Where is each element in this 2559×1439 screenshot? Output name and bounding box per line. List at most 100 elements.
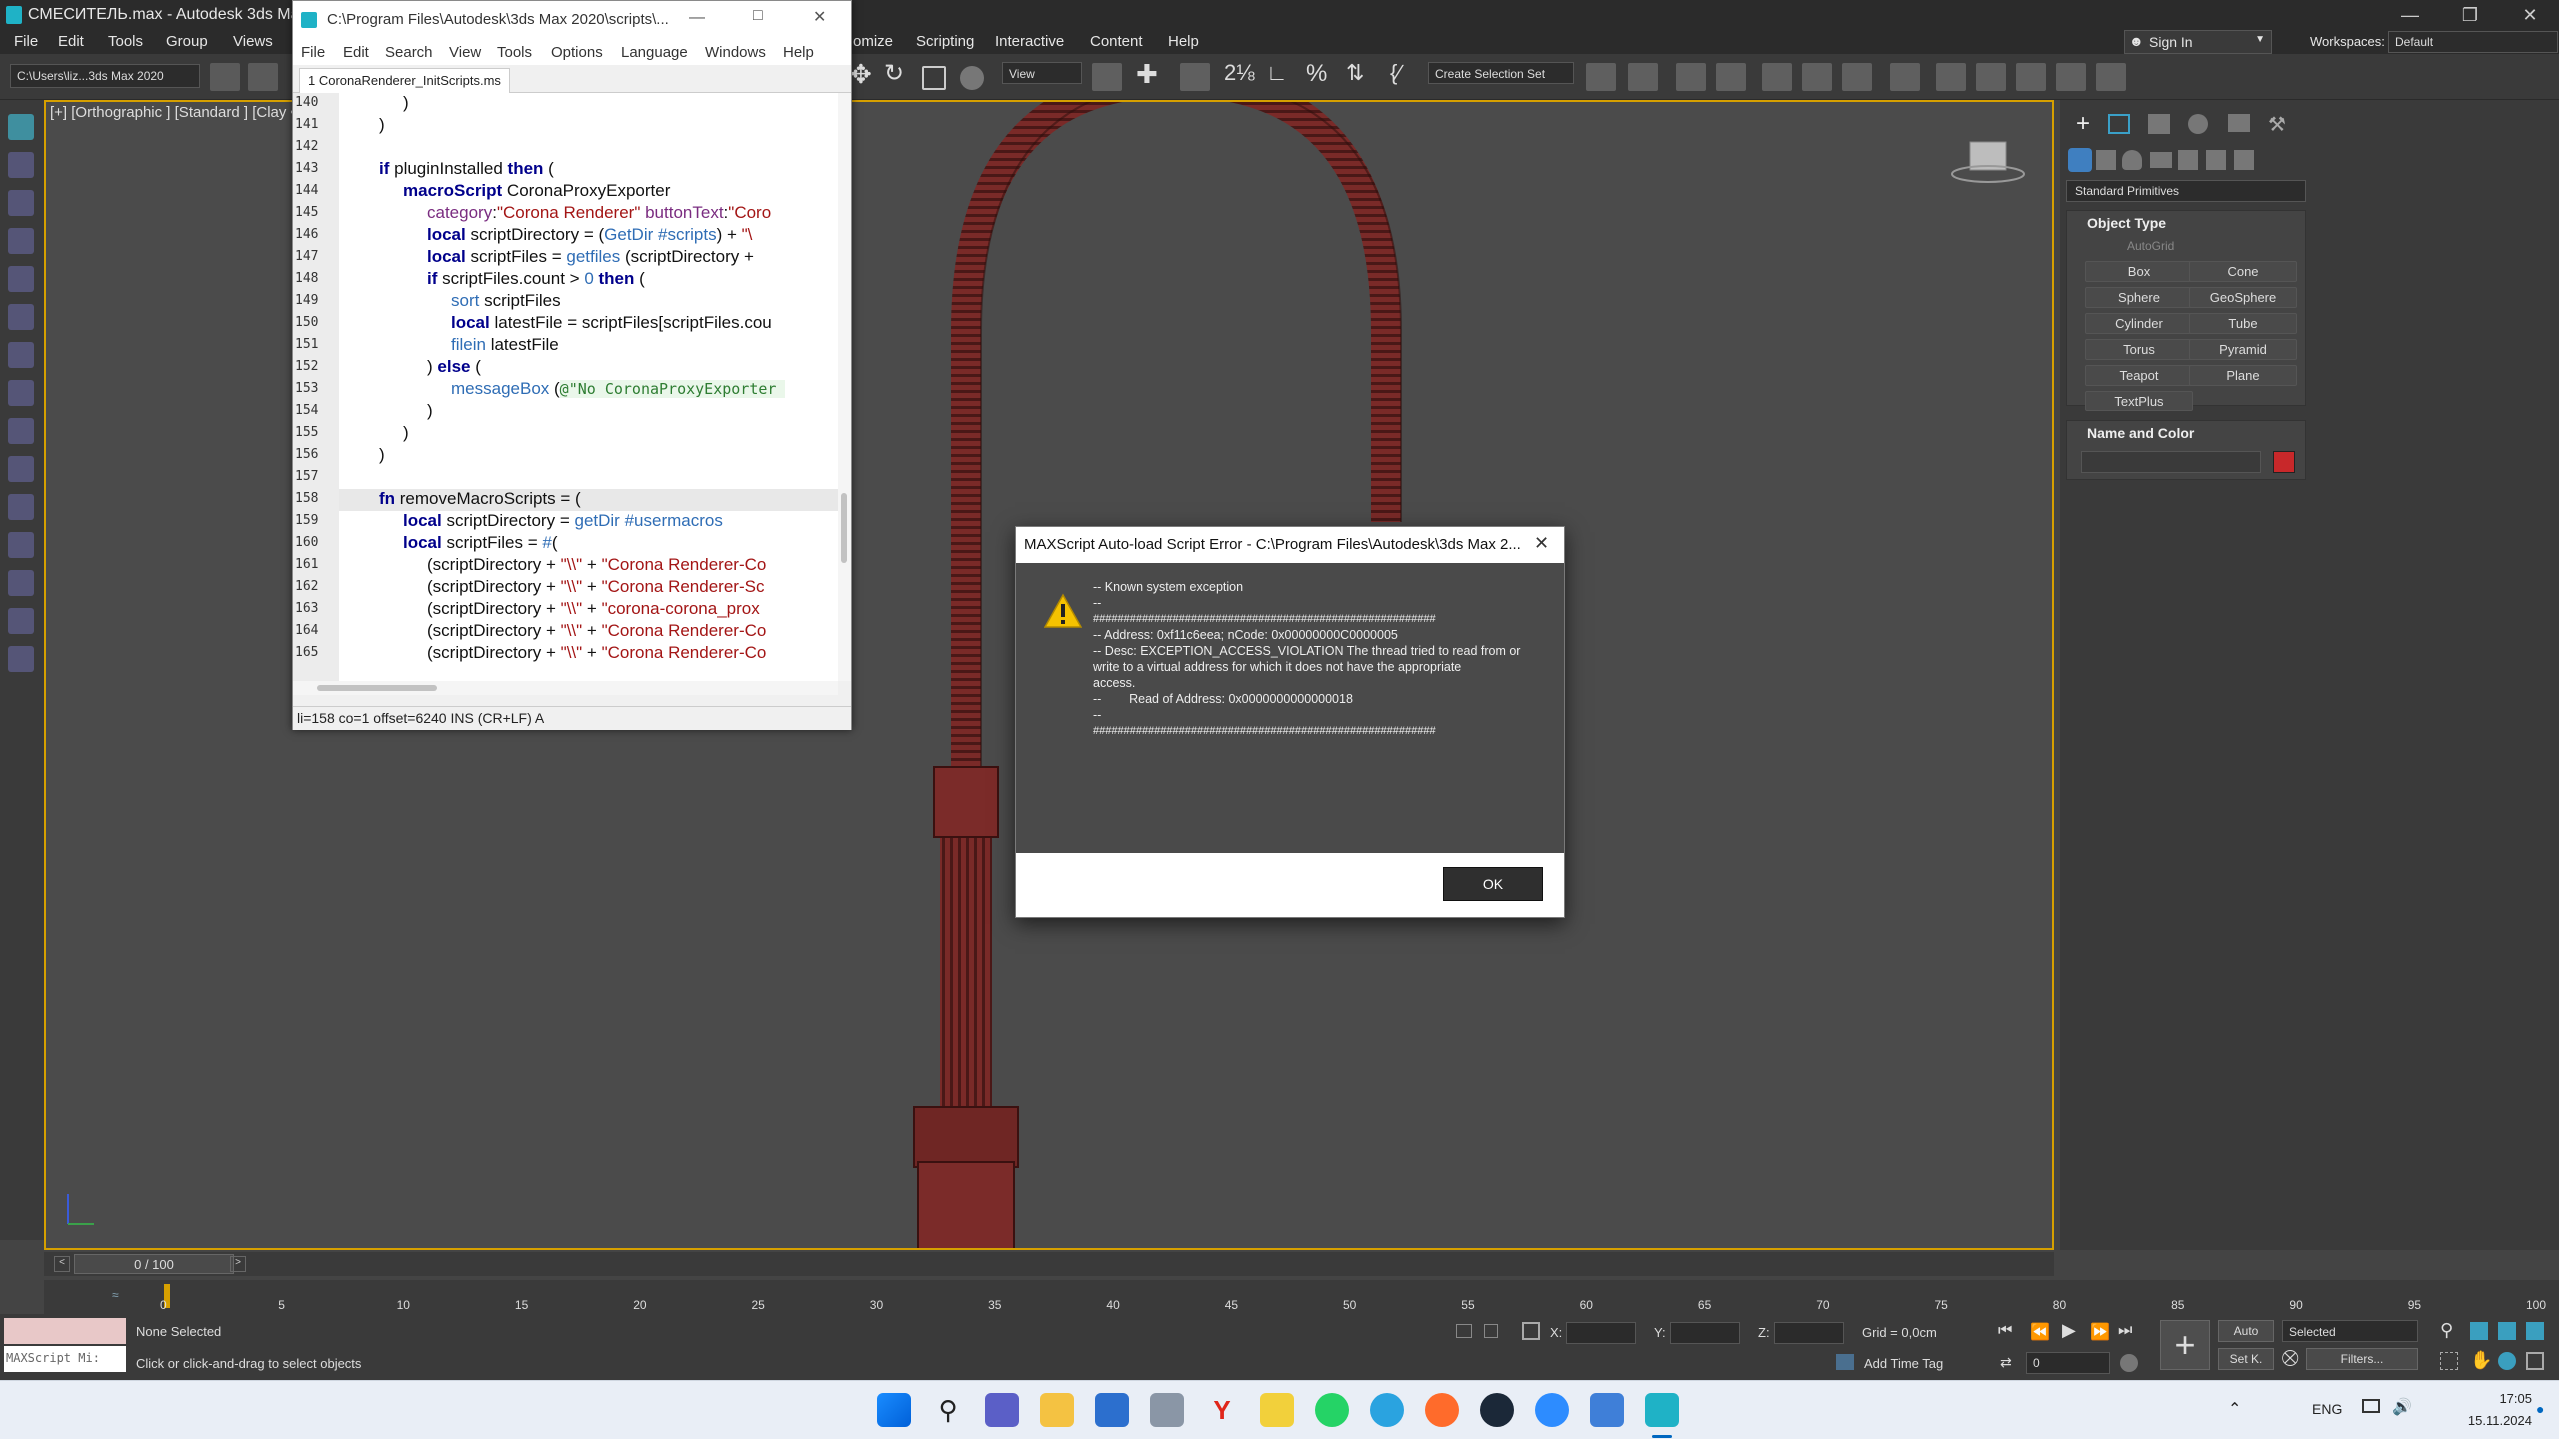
time-tag-icon[interactable]: [1836, 1354, 1854, 1370]
scene-explorer-icon[interactable]: [1716, 63, 1746, 91]
workspace-dropdown[interactable]: Default: [2388, 31, 2558, 53]
editor-close-button[interactable]: ✕: [813, 7, 826, 27]
teapot-button[interactable]: Teapot: [2085, 365, 2193, 386]
editor-menu-search[interactable]: Search: [385, 44, 433, 61]
field-of-view-icon[interactable]: [2440, 1352, 2458, 1370]
info-icon[interactable]: [8, 646, 34, 672]
paint-icon[interactable]: [1590, 1393, 1624, 1427]
next-frame-button[interactable]: >: [230, 1256, 246, 1272]
walk-icon[interactable]: [8, 608, 34, 634]
viewport-label[interactable]: [+] [Orthographic ] [Standard ] [Clay •: [50, 104, 296, 121]
spacewarps-icon[interactable]: [2206, 150, 2226, 170]
space-warp-icon[interactable]: [8, 266, 34, 292]
editor-menu-tools[interactable]: Tools: [497, 44, 532, 61]
steam-icon[interactable]: [1480, 1393, 1514, 1427]
lock-icon[interactable]: [1484, 1324, 1498, 1338]
editor-menu-edit[interactable]: Edit: [343, 44, 369, 61]
selection-key-dropdown[interactable]: Selected: [2282, 1320, 2418, 1342]
zoom-all-icon[interactable]: [2470, 1322, 2488, 1340]
editor-menu-file[interactable]: File: [301, 44, 325, 61]
music-icon[interactable]: [1425, 1393, 1459, 1427]
align-icon[interactable]: [1628, 63, 1658, 91]
place-icon[interactable]: [960, 66, 984, 90]
zoom-extents-icon[interactable]: [2498, 1322, 2516, 1340]
current-frame-field[interactable]: 0: [2026, 1352, 2110, 1374]
maximize-viewport-icon[interactable]: [8, 570, 34, 596]
layer-explorer-icon[interactable]: [1676, 63, 1706, 91]
time-slider[interactable]: < 0 / 100 >: [44, 1252, 2054, 1276]
language-indicator[interactable]: ENG: [2312, 1401, 2342, 1417]
render-frame-icon[interactable]: [2016, 63, 2046, 91]
keyboard-shortcut-icon[interactable]: [1180, 63, 1210, 91]
light-bulb-icon[interactable]: [8, 114, 34, 140]
prev-key-icon[interactable]: ⏪: [2030, 1322, 2050, 1342]
project-folder-icon[interactable]: [248, 63, 278, 91]
meet-icon[interactable]: [985, 1393, 1019, 1427]
display-tab-icon[interactable]: [2228, 114, 2250, 132]
orbit-icon[interactable]: [8, 380, 34, 406]
utilities-tab-icon[interactable]: ⚒: [2268, 112, 2286, 137]
absolute-mode-icon[interactable]: [1522, 1322, 1540, 1340]
menu-scripting[interactable]: Scripting: [916, 33, 974, 50]
render-icon[interactable]: [2056, 63, 2086, 91]
viewport-config-icon[interactable]: [8, 418, 34, 444]
modify-tab-icon[interactable]: [2108, 114, 2130, 134]
figure-icon[interactable]: [8, 342, 34, 368]
helper-icon[interactable]: [8, 228, 34, 254]
vertical-scrollbar[interactable]: [838, 93, 851, 681]
volume-icon[interactable]: 🔊: [2392, 1397, 2412, 1417]
schematic-view-icon[interactable]: [1890, 63, 1920, 91]
menu-file[interactable]: File: [14, 33, 38, 50]
sticky-notes-icon[interactable]: [1260, 1393, 1294, 1427]
add-time-tag[interactable]: Add Time Tag: [1864, 1356, 1943, 1371]
editor-menu-view[interactable]: View: [449, 44, 481, 61]
menu-edit[interactable]: Edit: [58, 33, 84, 50]
dialog-title-bar[interactable]: MAXScript Auto-load Script Error - C:\Pr…: [1016, 527, 1564, 563]
maxscript-listener-mini[interactable]: [4, 1318, 126, 1344]
printer-icon[interactable]: [1150, 1393, 1184, 1427]
systems-icon[interactable]: [2234, 150, 2254, 170]
track-bar[interactable]: ≈ 0 5 10 15 20 25 30 35 40 45 50 55 60 65 70 75 80 85 90 95…: [44, 1280, 2559, 1314]
search-icon[interactable]: ⚲: [931, 1393, 965, 1427]
editor-maximize-button[interactable]: □: [753, 7, 763, 25]
editor-menu-options[interactable]: Options: [551, 44, 603, 61]
percent-snap-icon[interactable]: %: [1306, 60, 1336, 88]
cameras-icon[interactable]: [2150, 152, 2172, 168]
select-manipulate-icon[interactable]: ✚: [1136, 59, 1166, 89]
play-icon[interactable]: ▶: [2062, 1320, 2076, 1341]
editor-menu-help[interactable]: Help: [783, 44, 814, 61]
render-iterative-icon[interactable]: [2096, 63, 2126, 91]
close-button[interactable]: ✕: [2500, 0, 2559, 30]
go-to-start-icon[interactable]: ⏮: [1998, 1322, 2012, 1340]
zoom-icon[interactable]: ⚲: [2440, 1320, 2453, 1341]
set-key-icon[interactable]: +: [2160, 1320, 2210, 1370]
autogrid-checkbox[interactable]: AutoGrid: [2127, 239, 2174, 253]
editor-menu-language[interactable]: Language: [621, 44, 688, 61]
maxscript-mini-input[interactable]: MAXScript Mi:: [4, 1346, 126, 1372]
camera-icon[interactable]: [8, 190, 34, 216]
show-hidden-icons[interactable]: ⌃: [2228, 1399, 2241, 1419]
plane-button[interactable]: Plane: [2189, 365, 2297, 386]
next-key-icon[interactable]: ⏩: [2090, 1322, 2110, 1342]
motion-tab-icon[interactable]: [2188, 114, 2208, 134]
material-editor-icon[interactable]: [1936, 63, 1966, 91]
pan-icon[interactable]: ✋: [2470, 1350, 2492, 1371]
named-selection-dropdown[interactable]: Create Selection Set: [1428, 62, 1574, 84]
editor-tab-file[interactable]: 1 CoronaRenderer_InitScripts.ms: [299, 68, 510, 93]
sun-icon[interactable]: [8, 152, 34, 178]
dope-sheet-icon[interactable]: [1842, 63, 1872, 91]
maxscript-editor-window[interactable]: C:\Program Files\Autodesk\3ds Max 2020\s…: [292, 0, 852, 730]
geometry-icon[interactable]: [2068, 148, 2092, 172]
angle-snap-icon[interactable]: ∟: [1266, 60, 1296, 88]
horizontal-scrollbar[interactable]: [293, 681, 838, 695]
torus-button[interactable]: Torus: [2085, 339, 2193, 360]
clock-date[interactable]: 15.11.2024: [2430, 1413, 2532, 1428]
key-filters-icon[interactable]: ⛒: [2282, 1350, 2298, 1368]
yandex-browser-icon[interactable]: Y: [1205, 1393, 1239, 1427]
object-type-heading[interactable]: Object Type: [2087, 215, 2166, 231]
helpers-icon[interactable]: [2178, 150, 2198, 170]
group-icon[interactable]: [8, 532, 34, 558]
menu-tools[interactable]: Tools: [108, 33, 143, 50]
menu-help[interactable]: Help: [1168, 33, 1199, 50]
set-key-button[interactable]: Set K.: [2218, 1348, 2274, 1370]
